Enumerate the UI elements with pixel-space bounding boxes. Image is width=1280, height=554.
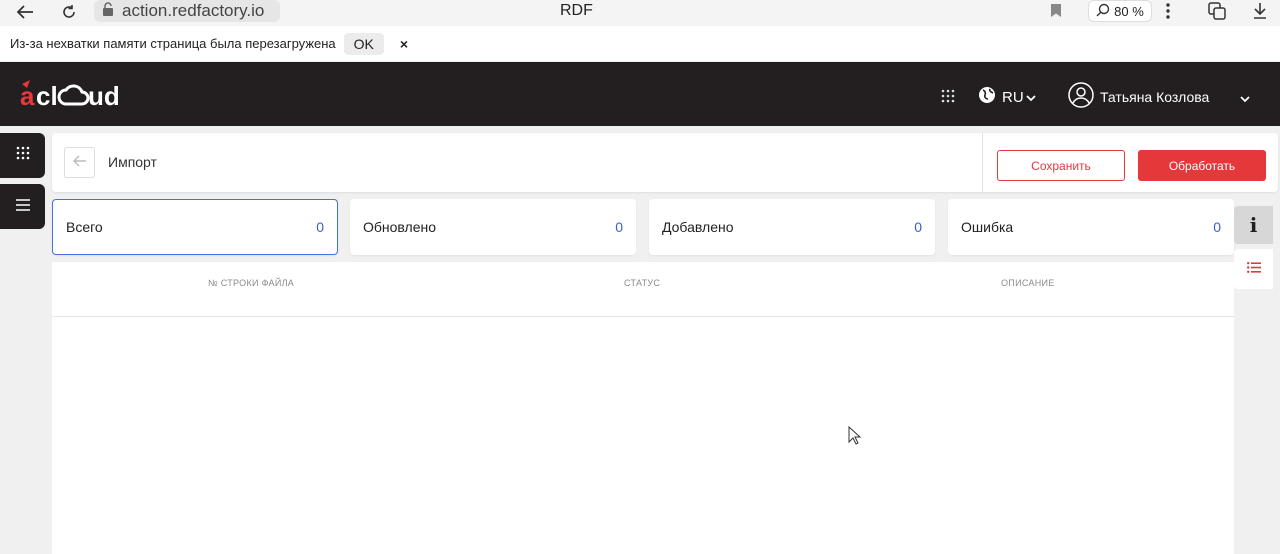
user-avatar-icon bbox=[1068, 82, 1094, 111]
bookmark-icon[interactable] bbox=[1050, 3, 1062, 23]
stat-value: 0 bbox=[316, 219, 324, 235]
stat-label: Добавлено bbox=[662, 219, 734, 235]
reload-icon[interactable] bbox=[54, 0, 84, 24]
hamburger-icon bbox=[15, 198, 30, 216]
notice-ok-button[interactable]: OK bbox=[343, 32, 384, 55]
user-chevron-down-icon[interactable] bbox=[1240, 90, 1250, 108]
list-icon bbox=[1246, 260, 1261, 278]
stat-value: 0 bbox=[914, 219, 922, 235]
info-panel-button[interactable]: i bbox=[1234, 206, 1273, 244]
language-selector[interactable]: RU bbox=[978, 86, 1036, 108]
download-icon[interactable] bbox=[1252, 2, 1268, 25]
stat-value: 0 bbox=[1213, 219, 1221, 235]
stat-value: 0 bbox=[615, 219, 623, 235]
more-menu-icon[interactable] bbox=[1163, 2, 1173, 25]
address-bar[interactable]: action.redfactory.io bbox=[94, 0, 280, 22]
lock-icon bbox=[102, 1, 114, 21]
notice-close-icon[interactable]: × bbox=[400, 36, 408, 52]
process-button[interactable]: Обработать bbox=[1138, 150, 1266, 181]
browser-toolbar: action.redfactory.io RDF 80 % bbox=[0, 0, 1280, 26]
back-button[interactable] bbox=[64, 147, 95, 178]
column-header-description[interactable]: ОПИСАНИЕ bbox=[1001, 278, 1055, 288]
notice-message: Из-за нехватки памяти страница была пере… bbox=[10, 36, 336, 51]
stat-card-error[interactable]: Ошибка 0 bbox=[948, 199, 1234, 255]
svg-text:a: a bbox=[20, 81, 35, 110]
list-panel-button[interactable] bbox=[1234, 249, 1273, 289]
zoom-icon bbox=[1096, 3, 1110, 20]
stat-label: Всего bbox=[66, 219, 103, 235]
sidebar-menu-button[interactable] bbox=[0, 184, 45, 229]
arrow-left-icon bbox=[72, 154, 87, 172]
import-toolbar: Импорт Сохранить Обработать bbox=[52, 133, 1278, 192]
info-icon: i bbox=[1249, 213, 1258, 237]
stat-label: Обновлено bbox=[363, 219, 437, 235]
memory-reload-notice: Из-за нехватки памяти страница была пере… bbox=[0, 26, 1280, 62]
table-header: № СТРОКИ ФАЙЛА СТАТУС ОПИСАНИЕ bbox=[52, 262, 1234, 317]
zoom-value: 80 % bbox=[1114, 3, 1144, 19]
column-header-status[interactable]: СТАТУС bbox=[624, 278, 660, 288]
url-text: action.redfactory.io bbox=[122, 1, 265, 20]
back-arrow-icon[interactable] bbox=[10, 0, 40, 24]
sidebar-apps-button[interactable] bbox=[0, 133, 45, 178]
page-heading: Импорт bbox=[108, 154, 157, 170]
column-header-row-number[interactable]: № СТРОКИ ФАЙЛА bbox=[208, 278, 294, 288]
stat-card-total[interactable]: Всего 0 bbox=[52, 199, 338, 255]
acloud-logo[interactable]: a cl ud bbox=[18, 80, 128, 111]
apps-grid-icon[interactable] bbox=[941, 89, 955, 108]
user-menu[interactable]: Татьяна Козлова bbox=[1068, 82, 1209, 111]
globe-icon bbox=[978, 86, 996, 108]
page-title: RDF bbox=[560, 2, 593, 19]
grid-icon bbox=[16, 146, 30, 165]
svg-text:ud: ud bbox=[88, 81, 120, 110]
save-button[interactable]: Сохранить bbox=[997, 150, 1125, 181]
app-header: a cl ud RU Татьяна Козлова bbox=[0, 62, 1280, 126]
stat-card-updated[interactable]: Обновлено 0 bbox=[350, 199, 636, 255]
chevron-down-icon bbox=[1026, 89, 1036, 106]
stat-label: Ошибка bbox=[961, 219, 1014, 235]
mouse-cursor-icon bbox=[848, 425, 862, 451]
svg-text:cl: cl bbox=[36, 81, 58, 110]
toolbar-divider bbox=[982, 133, 983, 192]
language-code: RU bbox=[1002, 88, 1024, 106]
stat-card-added[interactable]: Добавлено 0 bbox=[649, 199, 935, 255]
collections-icon[interactable] bbox=[1207, 1, 1227, 26]
zoom-indicator[interactable]: 80 % bbox=[1088, 0, 1152, 22]
import-results-table: № СТРОКИ ФАЙЛА СТАТУС ОПИСАНИЕ bbox=[52, 262, 1234, 554]
user-name: Татьяна Козлова bbox=[1100, 88, 1210, 105]
